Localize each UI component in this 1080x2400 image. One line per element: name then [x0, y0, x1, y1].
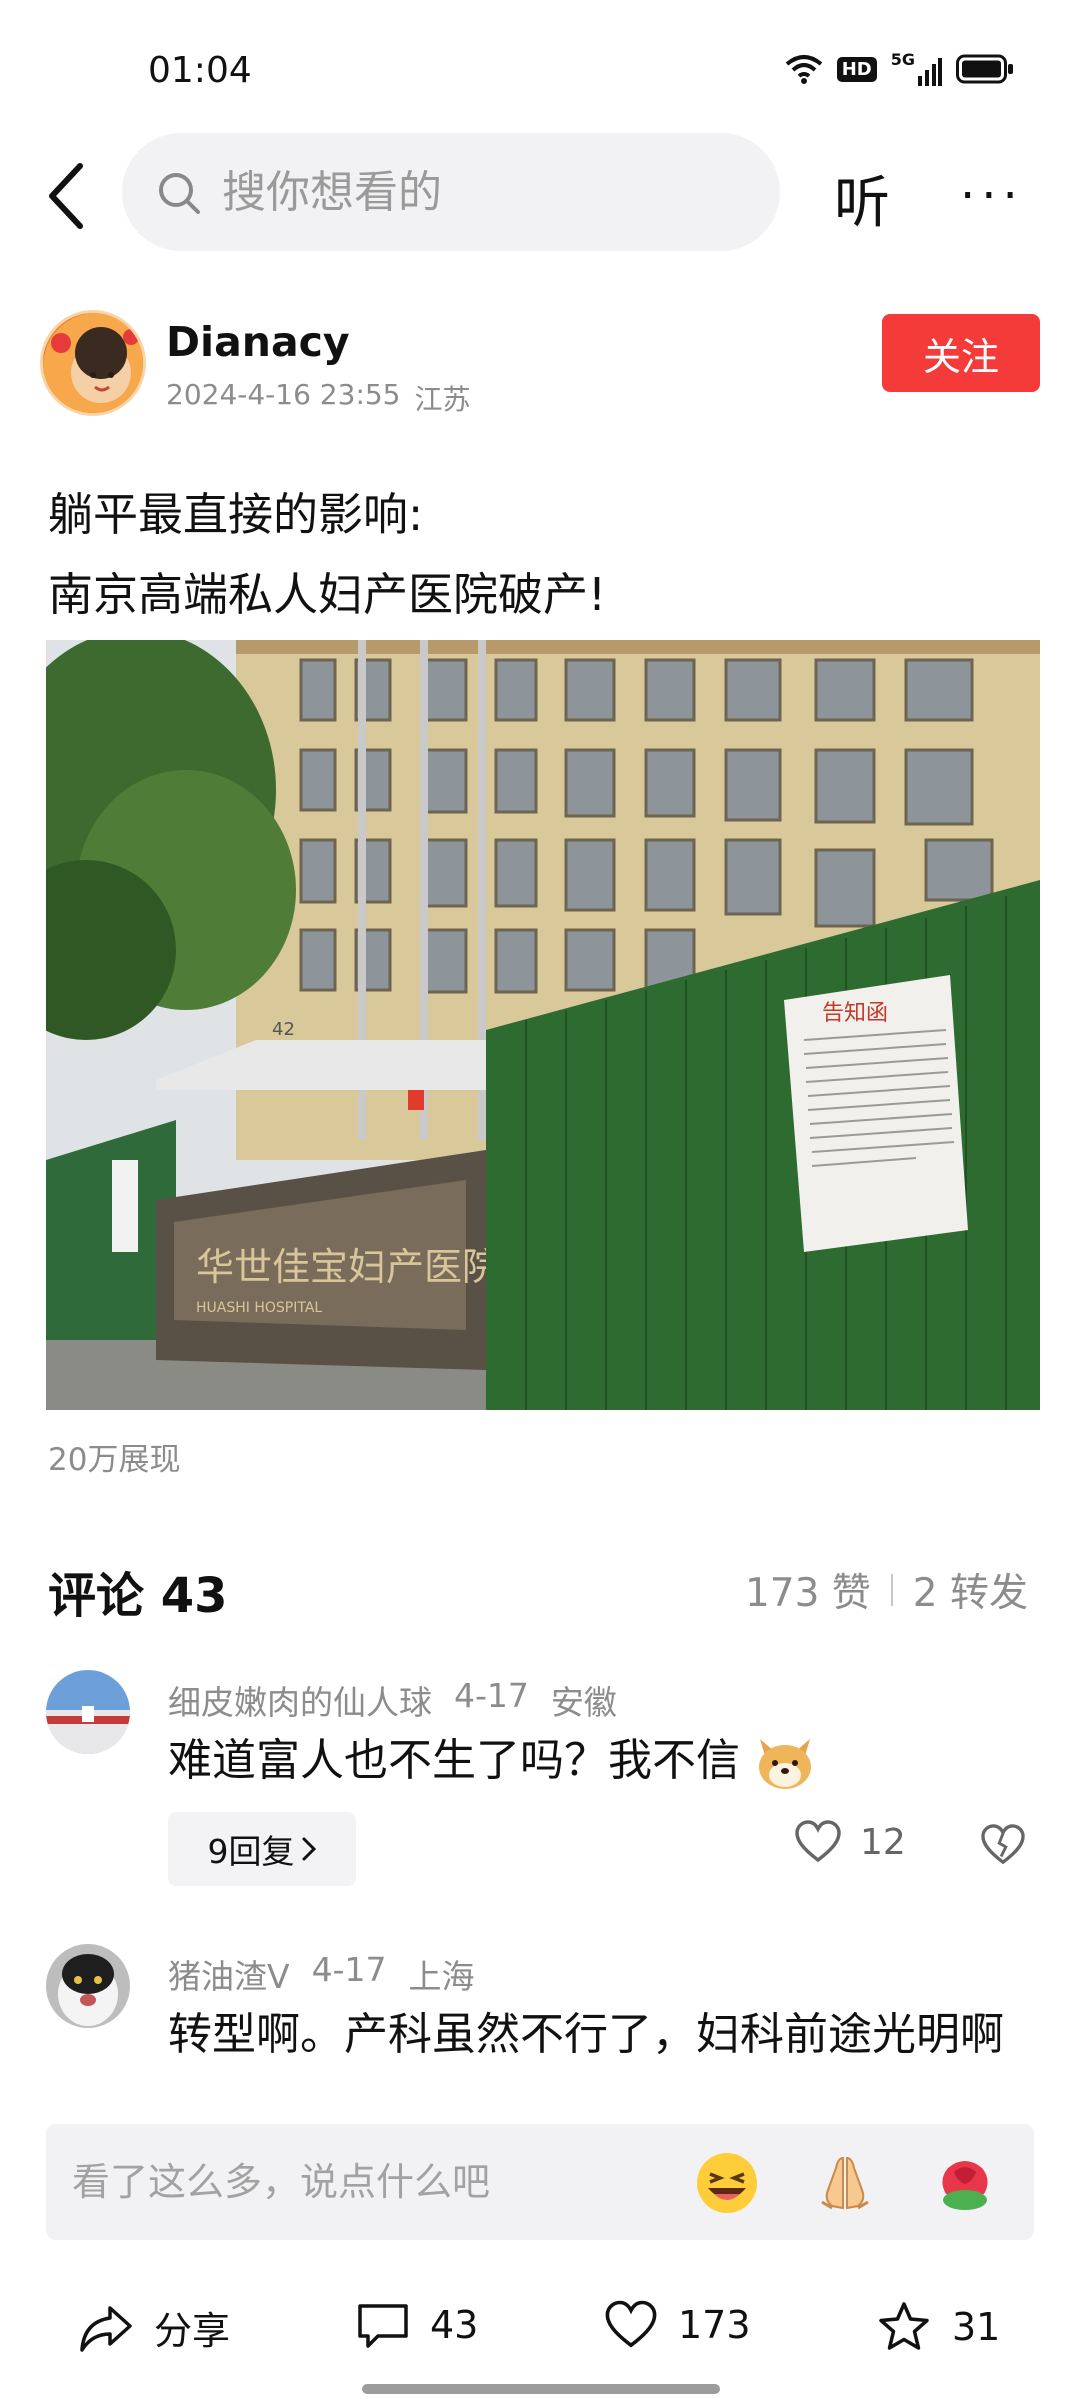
post-meta: 2024-4-16 23:55 江苏	[166, 378, 471, 418]
comment-date: 4-17	[454, 1676, 529, 1715]
signal-indicator: 5G	[891, 52, 942, 86]
battery-icon	[956, 54, 1013, 84]
comment-avatar[interactable]	[46, 1944, 130, 2028]
comment-username[interactable]: 猪油渣V	[168, 1950, 290, 1998]
comment-text: 转型啊。产科虽然不行了，妇科前途光明啊	[168, 2009, 1004, 2060]
comment-like-count: 12	[860, 1821, 906, 1863]
comment-text: 难道富人也不生了吗？我不信	[168, 1726, 1048, 1796]
chevron-left-icon	[49, 163, 83, 229]
back-button[interactable]	[40, 160, 100, 232]
avatar-image	[43, 313, 143, 413]
post-stats: 173 赞 2 转发	[745, 1562, 1028, 1618]
likes-stat[interactable]: 173 赞	[745, 1562, 871, 1618]
doge-emoji-icon	[759, 1739, 811, 1789]
avatar-image	[46, 1944, 130, 2028]
comments-title: 评论 43	[48, 1568, 228, 1624]
status-icons: HD 5G	[785, 52, 1014, 86]
author-avatar[interactable]	[40, 310, 146, 416]
rose-icon	[942, 2161, 988, 2210]
network-type-label: 5G	[890, 50, 915, 69]
pray-emoji-button[interactable]	[812, 2150, 878, 2216]
share-button[interactable]: 分享	[78, 2300, 230, 2355]
author-name[interactable]: Dianacy	[166, 318, 350, 366]
share-icon	[80, 2305, 132, 2352]
laughing-emoji-icon	[697, 2153, 757, 2213]
comment-input[interactable]	[72, 2152, 672, 2212]
hd-badge: HD	[836, 56, 877, 82]
view-replies-button[interactable]: 9回复	[168, 1812, 356, 1886]
search-icon	[159, 173, 200, 214]
listen-button[interactable]: 听	[834, 158, 890, 239]
avatar-image	[46, 1670, 130, 1754]
bottom-action-bar: 分享 43 173 31	[0, 2280, 1080, 2380]
comment-like-button[interactable]: 12	[794, 1820, 906, 1864]
comment-location: 上海	[408, 1957, 475, 1996]
post-text-line-1: 躺平最直接的影响:	[48, 488, 424, 541]
favorites-count: 31	[952, 2305, 1001, 2349]
comments-count: 43	[430, 2303, 479, 2347]
star-icon	[879, 2302, 929, 2350]
wifi-icon	[785, 55, 822, 84]
hospital-photo: 华世佳宝妇产医院 HUASHI HOSPITAL 告知函 42	[46, 640, 1040, 1410]
rose-emoji-button[interactable]	[932, 2150, 998, 2216]
comment-avatar[interactable]	[46, 1670, 130, 1754]
sign-text: 华世佳宝妇产医院	[196, 1245, 500, 1289]
search-bar[interactable]	[122, 133, 780, 251]
replies-label: 9回复	[207, 1832, 295, 1871]
comment-body: 难道富人也不生了吗？我不信	[168, 1735, 740, 1786]
comment-username[interactable]: 细皮嫩肉的仙人球	[168, 1676, 432, 1724]
post-date: 2024-4-16 23:55	[166, 378, 401, 411]
status-time: 01:04	[148, 50, 252, 91]
dislike-button[interactable]	[980, 1824, 1026, 1870]
view-count: 20万展现	[48, 1442, 181, 1478]
reposts-stat[interactable]: 2 转发	[913, 1562, 1028, 1618]
heart-icon	[795, 1820, 841, 1863]
comment-date: 4-17	[311, 1950, 387, 1989]
comment-location: 安徽	[550, 1683, 617, 1722]
likes-count: 173	[678, 2303, 751, 2347]
home-indicator[interactable]	[362, 2384, 720, 2394]
chevron-right-icon	[302, 1837, 316, 1861]
pray-hands-icon	[821, 2156, 869, 2210]
notice-title: 告知函	[822, 1001, 888, 1026]
signal-icon	[918, 58, 942, 86]
share-label: 分享	[154, 2309, 231, 2353]
post-text-line-2: 南京高端私人妇产医院破产!	[48, 568, 607, 621]
search-input[interactable]	[222, 161, 742, 223]
comment-icon	[358, 2304, 408, 2348]
status-bar: 01:04 HD 5G	[0, 0, 1080, 130]
stats-divider	[890, 1574, 893, 1606]
sign-english: HUASHI HOSPITAL	[196, 1300, 322, 1316]
comments-button[interactable]: 43	[356, 2300, 478, 2350]
post-photo[interactable]: 华世佳宝妇产医院 HUASHI HOSPITAL 告知函 42	[46, 640, 1040, 1410]
laughing-emoji-button[interactable]	[694, 2150, 760, 2216]
follow-button[interactable]: 关注	[882, 314, 1040, 392]
building-number: 42	[272, 1019, 295, 1040]
comment-input-bar[interactable]	[46, 2124, 1034, 2240]
favorite-button[interactable]: 31	[876, 2300, 1000, 2354]
broken-heart-icon	[981, 1824, 1025, 1865]
more-options-button[interactable]: ···	[960, 168, 1024, 224]
comment-meta: 细皮嫩肉的仙人球 4-17 安徽	[168, 1676, 617, 1724]
comment-meta: 猪油渣V 4-17 上海	[168, 1950, 474, 1998]
heart-icon	[605, 2300, 657, 2348]
post-location: 江苏	[414, 383, 471, 416]
like-button[interactable]: 173	[604, 2300, 751, 2350]
